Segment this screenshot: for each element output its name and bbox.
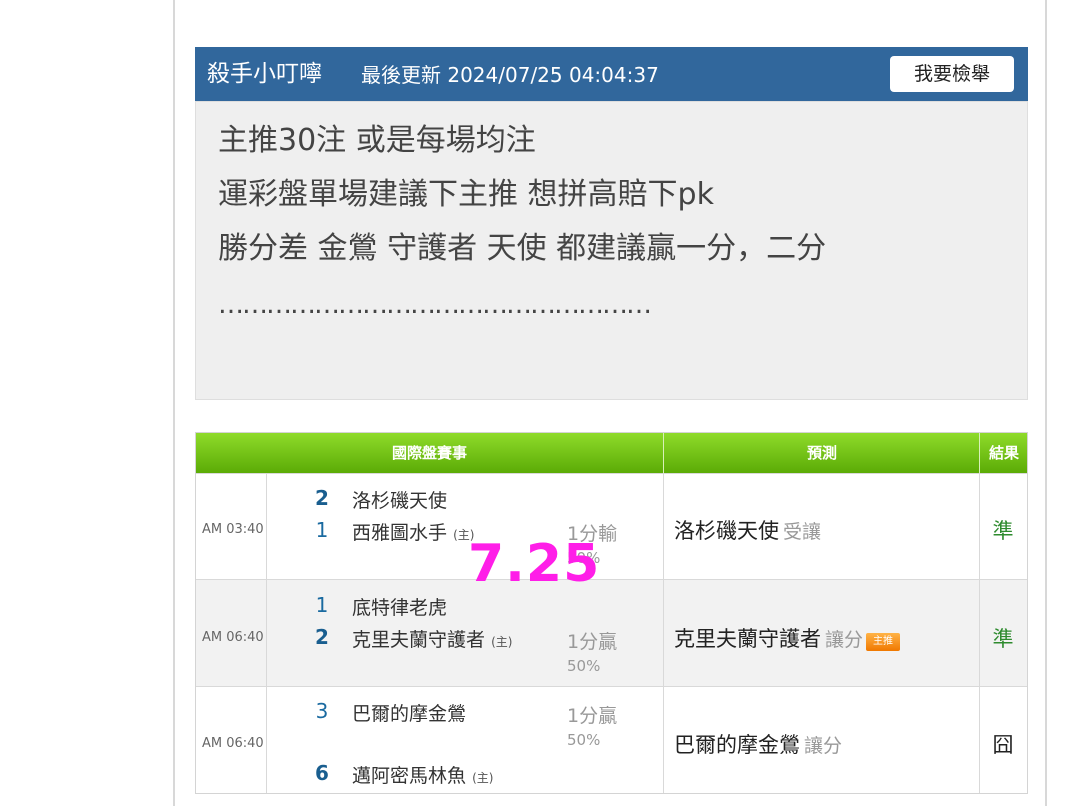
team-score: 3 <box>315 699 329 723</box>
header-matches: 國際盤賽事 <box>391 444 467 462</box>
home-mark: (主) <box>491 635 513 649</box>
last-updated: 最後更新 2024/07/25 04:04:37 <box>361 63 659 87</box>
prediction-pick: 巴爾的摩金鶯 讓分 <box>674 733 843 757</box>
table-row: AM 06:40 3 巴爾的摩金鶯 6 邁阿密馬林魚 (主) 1分贏 50% 巴… <box>196 686 1027 793</box>
date-overlay: 7.25 <box>468 534 601 594</box>
featured-badge: 主推 <box>866 633 901 651</box>
header-result: 結果 <box>979 433 1028 473</box>
home-mark: (主) <box>472 771 494 785</box>
post-line: 運彩盤單場建議下主推 想拼高賠下pk <box>218 177 714 212</box>
match-time: AM 06:40 <box>202 630 264 645</box>
match-time: AM 06:40 <box>202 736 264 751</box>
team-name[interactable]: 邁阿密馬林魚 (主) <box>352 761 493 788</box>
team-score: 6 <box>315 761 329 785</box>
author-name[interactable]: 殺手小叮嚀 <box>207 60 322 88</box>
result-mark: 囧 <box>992 733 1014 757</box>
team-name[interactable]: 底特律老虎 <box>352 593 447 620</box>
odds: 1分贏 50% <box>567 705 618 749</box>
result-mark: 準 <box>992 627 1014 651</box>
table-row: AM 06:40 1 底特律老虎 2 克里夫蘭守護者 (主) 1分贏 50% 克… <box>196 579 1027 686</box>
post-body: 主推30注 或是每場均注 運彩盤單場建議下主推 想拼高賠下pk 勝分差 金鶯 守… <box>195 101 1028 400</box>
post-line: ……………………………………………… <box>218 290 652 320</box>
prediction-pick: 克里夫蘭守護者 讓分 主推 <box>674 623 901 653</box>
team-name[interactable]: 西雅圖水手 (主) <box>352 518 474 545</box>
table-row: AM 03:40 2 洛杉磯天使 1 西雅圖水手 (主) 1分輸 50% 洛杉磯… <box>196 473 1027 579</box>
header-prediction: 預測 <box>663 433 980 473</box>
match-time: AM 03:40 <box>202 522 264 537</box>
table-header: 國際盤賽事 預測 結果 <box>196 433 1027 473</box>
prediction-table: 國際盤賽事 預測 結果 AM 03:40 2 洛杉磯天使 1 西雅圖水手 (主)… <box>195 432 1028 794</box>
team-name[interactable]: 克里夫蘭守護者 (主) <box>352 625 512 652</box>
result-mark: 準 <box>992 519 1014 543</box>
team-name[interactable]: 洛杉磯天使 <box>352 486 447 513</box>
team-score: 1 <box>315 593 329 617</box>
prediction-pick: 洛杉磯天使 受讓 <box>674 519 822 543</box>
odds: 1分贏 50% <box>567 631 618 675</box>
report-button[interactable]: 我要檢舉 <box>890 56 1014 92</box>
post-line: 主推30注 或是每場均注 <box>218 123 536 158</box>
team-name[interactable]: 巴爾的摩金鶯 <box>352 699 466 726</box>
post-line: 勝分差 金鶯 守護者 天使 都建議贏一分，二分 <box>218 231 827 266</box>
post-header: 殺手小叮嚀 最後更新 2024/07/25 04:04:37 我要檢舉 <box>195 47 1028 101</box>
team-score: 2 <box>315 625 329 649</box>
team-score: 2 <box>315 486 329 510</box>
team-score: 1 <box>315 518 329 542</box>
